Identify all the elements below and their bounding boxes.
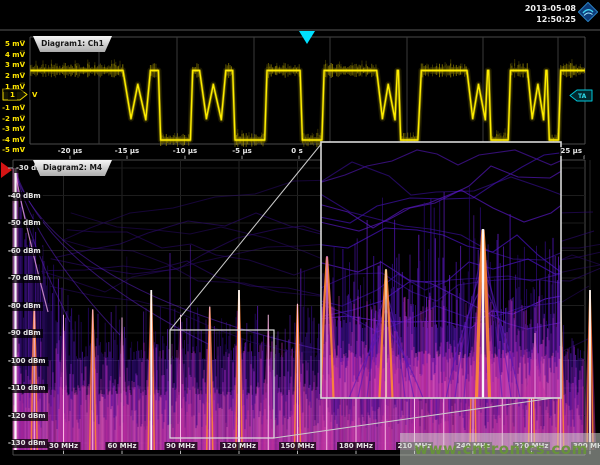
rohde-schwarz-logo bbox=[578, 2, 598, 22]
date-label: 2013-05-08 bbox=[525, 3, 576, 14]
tab-diagram2[interactable]: Diagram2: M4 bbox=[33, 160, 112, 176]
oscilloscope-screen: 2013-05-08 12:50:25 Diagram1: Ch1 Diagra… bbox=[0, 0, 600, 465]
tab-diagram1[interactable]: Diagram1: Ch1 bbox=[33, 36, 112, 52]
time-label: 12:50:25 bbox=[525, 14, 576, 25]
datetime-display: 2013-05-08 12:50:25 bbox=[525, 3, 576, 25]
watermark-text: www.cntronics.com bbox=[403, 440, 599, 458]
scope-canvas bbox=[0, 0, 600, 465]
